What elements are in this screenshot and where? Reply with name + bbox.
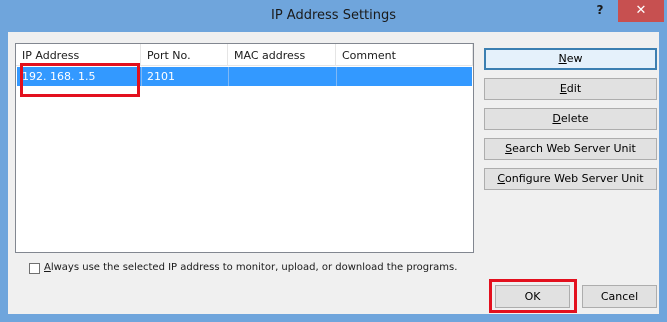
help-button[interactable]: ? — [588, 3, 612, 23]
cell-mac-address — [229, 67, 337, 86]
configure-web-server-unit-button[interactable]: Configure Web Server Unit — [484, 168, 657, 190]
ok-button-highlight-box — [489, 279, 577, 313]
always-use-ip-label[interactable]: Always use the selected IP address to mo… — [44, 262, 457, 273]
new-button[interactable]: New — [484, 48, 657, 70]
always-use-ip-text: lways use the selected IP address to mon… — [50, 262, 458, 273]
new-button-mnemonic: N — [558, 52, 567, 65]
always-use-ip-checkbox[interactable] — [29, 263, 40, 274]
dialog-title: IP Address Settings — [270, 8, 397, 23]
configure-button-mnemonic: C — [497, 172, 506, 185]
cancel-button[interactable]: Cancel — [582, 285, 657, 308]
title-bar[interactable]: IP Address Settings ? ✕ — [0, 0, 667, 32]
column-header-comment[interactable]: Comment — [336, 44, 473, 66]
cell-port-no: 2101 — [142, 67, 229, 86]
configure-button-label: onfigure Web Server Unit — [505, 172, 644, 185]
search-button-label: earch Web Server Unit — [512, 142, 636, 155]
column-header-port-no[interactable]: Port No. — [141, 44, 228, 66]
edit-button-label: dit — [566, 82, 582, 95]
delete-button[interactable]: Delete — [484, 108, 657, 130]
ip-address-settings-dialog: IP Address Settings ? ✕ IP Address Port … — [0, 0, 667, 322]
new-button-label: ew — [566, 52, 583, 65]
column-header-mac-address[interactable]: MAC address — [228, 44, 336, 66]
close-button[interactable]: ✕ — [618, 0, 664, 22]
cell-comment — [337, 67, 472, 86]
delete-button-label: elete — [560, 112, 589, 125]
search-web-server-unit-button[interactable]: Search Web Server Unit — [484, 138, 657, 160]
delete-button-mnemonic: D — [552, 112, 561, 125]
edit-button[interactable]: Edit — [484, 78, 657, 100]
always-use-ip-mnemonic: A — [44, 262, 51, 273]
ip-address-highlight-box — [20, 63, 140, 97]
edit-button-mnemonic: E — [559, 82, 567, 95]
